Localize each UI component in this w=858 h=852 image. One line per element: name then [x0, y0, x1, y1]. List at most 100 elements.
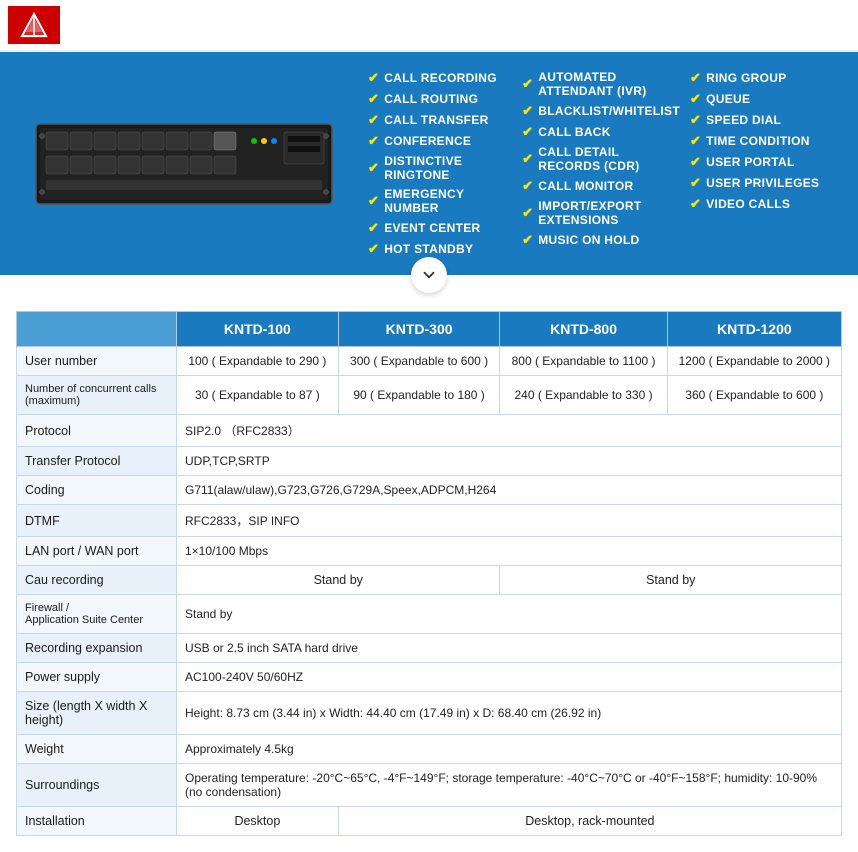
server-illustration: [34, 114, 334, 214]
table-row: Transfer ProtocolUDP,TCP,SRTP: [17, 447, 842, 476]
check-icon: ✔: [368, 241, 379, 257]
feature-label: AUTOMATED ATTENDANT (IVR): [538, 70, 680, 98]
row-value: 30 ( Expandable to 87 ): [177, 376, 339, 415]
feature-label: TIME CONDITION: [706, 134, 810, 148]
row-value-half2: Stand by: [500, 566, 842, 595]
row-value-span: UDP,TCP,SRTP: [177, 447, 842, 476]
row-value-span: USB or 2.5 inch SATA hard drive: [177, 634, 842, 663]
features-col-2: ✔ AUTOMATED ATTENDANT (IVR) ✔ BLACKLIST/WHI…: [522, 70, 680, 257]
row-label: Installation: [17, 807, 177, 836]
feature-label: CALL BACK: [538, 125, 610, 139]
feature-label: BLACKLIST/WHITELIST: [538, 104, 680, 118]
row-value: 1200 ( Expandable to 2000 ): [667, 347, 841, 376]
row-label: Weight: [17, 735, 177, 764]
check-icon: ✔: [368, 220, 379, 236]
feature-label: VIDEO CALLS: [706, 197, 790, 211]
feature-item: ✔CALL TRANSFER: [368, 112, 512, 128]
row-label: Cau recording: [17, 566, 177, 595]
feature-label: CALL ROUTING: [384, 92, 478, 106]
page-title: [446, 8, 455, 42]
feature-item: ✔USER PRIVILEGES: [690, 175, 834, 191]
feature-label: USER PORTAL: [706, 155, 794, 169]
hero-section: ✔CALL RECORDING✔CALL ROUTING✔CALL TRANSF…: [0, 52, 858, 275]
feature-item: ✔CONFERENCE: [368, 133, 512, 149]
row-label: Firewall / Application Suite Center: [17, 595, 177, 634]
feature-item: ✔ VIDEO CALLS: [690, 196, 834, 212]
table-row: ProtocolSIP2.0 （RFC2833）: [17, 415, 842, 447]
row-value-span: Stand by: [177, 595, 842, 634]
check-icon: ✔: [368, 133, 379, 149]
check-icon: ✔: [690, 112, 701, 128]
table-row: Cau recordingStand byStand by: [17, 566, 842, 595]
check-icon: ✔: [522, 232, 533, 248]
features-grid: ✔CALL RECORDING✔CALL ROUTING✔CALL TRANSF…: [368, 70, 834, 257]
feature-item: ✔CALL MONITOR: [522, 178, 680, 194]
feature-item: ✔IMPORT/EXPORT EXTENSIONS: [522, 199, 680, 227]
logo-area: [8, 6, 60, 44]
row-value-span: RFC2833，SIP INFO: [177, 505, 842, 537]
check-icon: ✔: [522, 151, 533, 167]
table-row: Number of concurrent calls (maximum)30 (…: [17, 376, 842, 415]
check-icon: ✔: [368, 193, 379, 209]
row-value-half1: Stand by: [177, 566, 500, 595]
row-label: Number of concurrent calls (maximum): [17, 376, 177, 415]
check-icon: ✔: [690, 196, 701, 212]
feature-label: SPEED DIAL: [706, 113, 781, 127]
check-icon: ✔: [690, 133, 701, 149]
row-value: 240 ( Expandable to 330 ): [500, 376, 667, 415]
feature-item: ✔ EVENT CENTER: [368, 220, 512, 236]
row-label: Recording expansion: [17, 634, 177, 663]
feature-label: USER PRIVILEGES: [706, 176, 819, 190]
check-icon: ✔: [690, 70, 701, 86]
row-label: Power supply: [17, 663, 177, 692]
feature-label: EMERGENCY NUMBER: [384, 187, 512, 215]
row-value-span: G711(alaw/ulaw),G723,G726,G729A,Speex,AD…: [177, 476, 842, 505]
table-row: Firewall / Application Suite CenterStand…: [17, 595, 842, 634]
page-header: [0, 0, 858, 52]
table-row: User number100 ( Expandable to 290 )300 …: [17, 347, 842, 376]
row-value-span: Height: 8.73 cm (3.44 in) x Width: 44.40…: [177, 692, 842, 735]
feature-item: ✔CALL ROUTING: [368, 91, 512, 107]
feature-item: ✔MUSIC ON HOLD: [522, 232, 680, 248]
check-icon: ✔: [522, 103, 533, 119]
table-row: SurroundingsOperating temperature: -20°C…: [17, 764, 842, 807]
check-icon: ✔: [522, 124, 533, 140]
feature-label: CALL MONITOR: [538, 179, 633, 193]
chevron-down-button[interactable]: [411, 257, 447, 293]
feature-item: ✔CALL RECORDING: [368, 70, 512, 86]
feature-label: RING GROUP: [706, 71, 786, 85]
row-value: 90 ( Expandable to 180 ): [338, 376, 500, 415]
feature-item: ✔ TIME CONDITION: [690, 133, 834, 149]
row-value-span: Approximately 4.5kg: [177, 735, 842, 764]
check-icon: ✔: [368, 70, 379, 86]
row-label: Coding: [17, 476, 177, 505]
feature-item: ✔ SPEED DIAL: [690, 112, 834, 128]
feature-item: ✔ HOT STANDBY: [368, 241, 512, 257]
check-icon: ✔: [522, 76, 533, 92]
row-value-span: Operating temperature: -20°C~65°C, -4°F~…: [177, 764, 842, 807]
feature-item: ✔ AUTOMATED ATTENDANT (IVR): [522, 70, 680, 98]
row-value-install1: Desktop: [177, 807, 339, 836]
feature-label: QUEUE: [706, 92, 750, 106]
row-value-span: SIP2.0 （RFC2833）: [177, 415, 842, 447]
row-label: Transfer Protocol: [17, 447, 177, 476]
row-label: Surroundings: [17, 764, 177, 807]
table-row: Power supplyAC100-240V 50/60HZ: [17, 663, 842, 692]
row-value-span: 1×10/100 Mbps: [177, 537, 842, 566]
logo-icon: [16, 10, 52, 40]
col-header-label: [17, 312, 177, 347]
server-image: [24, 114, 344, 214]
feature-label: EVENT CENTER: [384, 221, 480, 235]
feature-label: IMPORT/EXPORT EXTENSIONS: [538, 199, 680, 227]
table-row: WeightApproximately 4.5kg: [17, 735, 842, 764]
specs-table: KNTD-100 KNTD-300 KNTD-800 KNTD-1200 Use…: [16, 311, 842, 836]
table-row: InstallationDesktopDesktop, rack-mounted: [17, 807, 842, 836]
row-label: Protocol: [17, 415, 177, 447]
col-header-kntd800: KNTD-800: [500, 312, 667, 347]
table-row: CodingG711(alaw/ulaw),G723,G726,G729A,Sp…: [17, 476, 842, 505]
feature-label: HOT STANDBY: [384, 242, 473, 256]
feature-item: ✔QUEUE: [690, 91, 834, 107]
row-value-span: AC100-240V 50/60HZ: [177, 663, 842, 692]
col-header-kntd100: KNTD-100: [177, 312, 339, 347]
row-value-install2: Desktop, rack-mounted: [338, 807, 841, 836]
